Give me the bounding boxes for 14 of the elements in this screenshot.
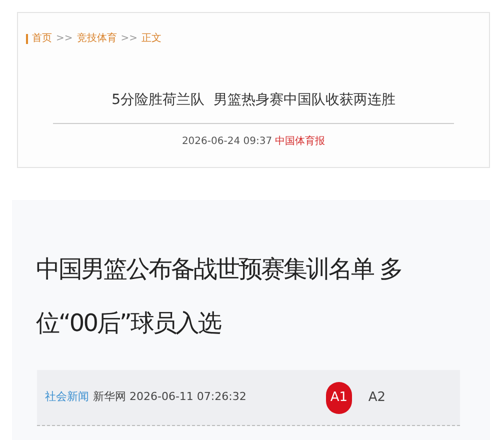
category-link[interactable]: 社会新闻 <box>45 389 89 406</box>
breadcrumb-link[interactable]: 竞技体育 <box>76 31 117 46</box>
accent-bar <box>26 34 28 44</box>
breadcrumb-separator: >> <box>120 32 138 46</box>
font-size-button[interactable]: A1 <box>326 382 352 414</box>
source-link[interactable]: 中国体育报 <box>275 134 326 149</box>
source-and-date: 新华网 2026-06-11 07:26:32 <box>93 389 246 406</box>
breadcrumb-link[interactable]: 正文 <box>142 31 162 46</box>
breadcrumb-separator: >> <box>56 32 73 46</box>
publish-date: 2026-06-24 09:37 <box>182 135 272 149</box>
article-headline: 中国男篮公布备战世预赛集训名单 多位“00后”球员入选 <box>36 254 404 339</box>
breadcrumb-link[interactable]: 首页 <box>32 31 52 46</box>
article-title: 5分险胜荷兰队 男篮热身赛中国队收获两连胜 <box>110 91 396 110</box>
font-size-button[interactable]: A2 <box>364 382 390 414</box>
